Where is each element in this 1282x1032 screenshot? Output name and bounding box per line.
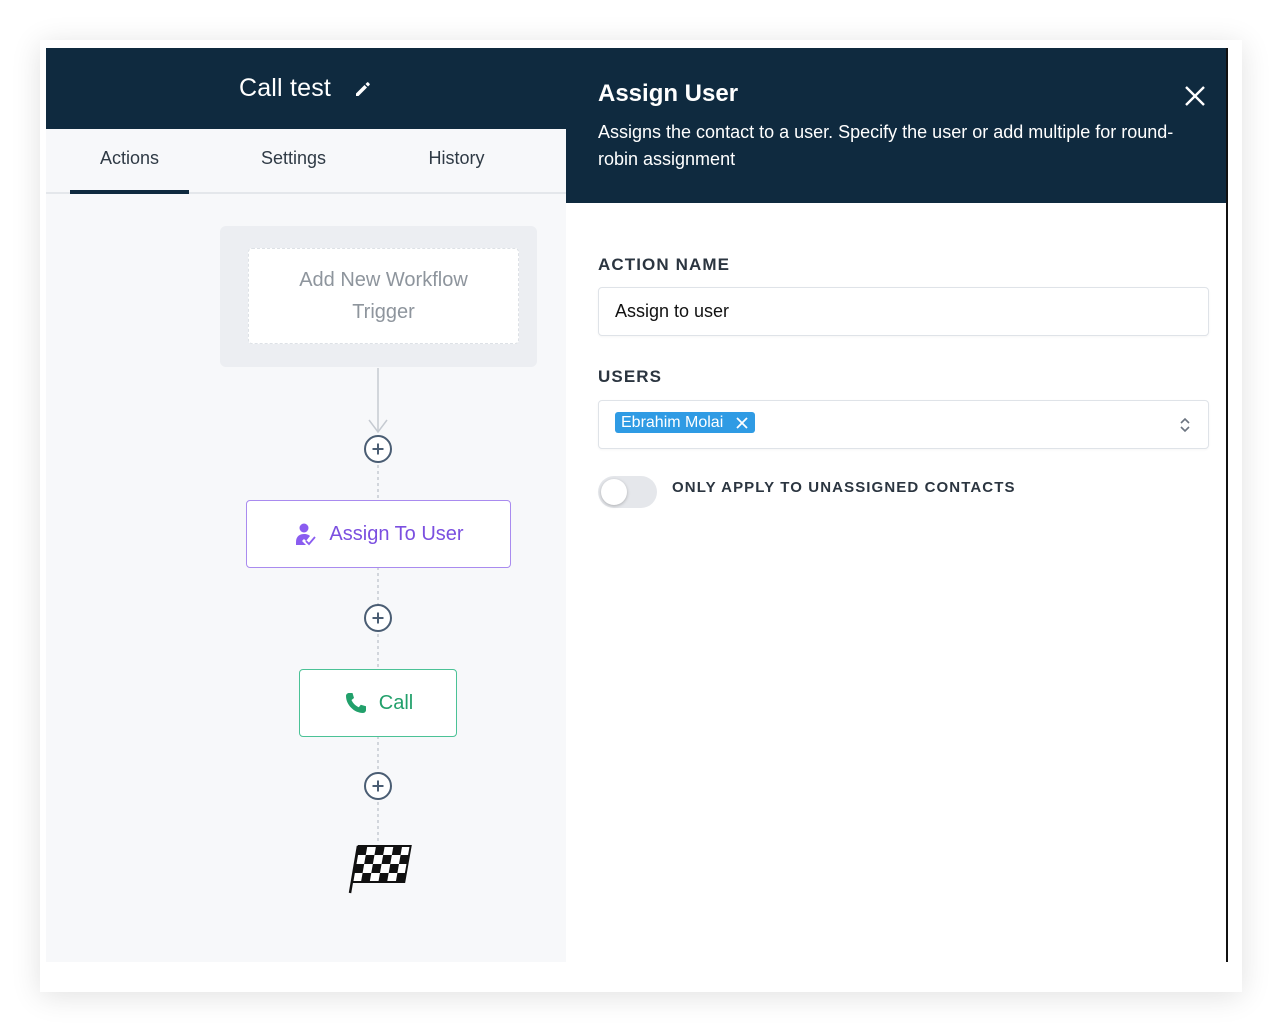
pencil-icon[interactable] bbox=[353, 79, 373, 99]
workflow-canvas: Add New Workflow Trigger Assign To User bbox=[46, 194, 566, 962]
workflow-title: Call test bbox=[238, 74, 332, 102]
plus-circle-icon[interactable] bbox=[364, 772, 392, 800]
user-chip: Ebrahim Molai bbox=[615, 412, 756, 433]
users-label: USERS bbox=[598, 367, 663, 386]
unassigned-only-toggle[interactable] bbox=[598, 476, 657, 508]
plus-circle-icon[interactable] bbox=[364, 435, 392, 463]
remove-user-icon[interactable] bbox=[735, 416, 749, 430]
unassigned-only-label: ONLY APPLY TO UNASSIGNED CONTACTS bbox=[672, 479, 1016, 496]
checkered-flag-icon bbox=[348, 845, 412, 894]
action-node-label: Call bbox=[378, 691, 414, 714]
workflow-editor: Call test Actions Settings History Add N… bbox=[46, 48, 1228, 962]
phone-icon bbox=[345, 693, 366, 713]
workflow-builder-pane: Call test Actions Settings History Add N… bbox=[46, 48, 566, 962]
workflow-header: Call test bbox=[46, 48, 566, 129]
action-name-label: ACTION NAME bbox=[598, 255, 731, 274]
close-icon[interactable] bbox=[1183, 84, 1207, 108]
tab-actions[interactable]: Actions bbox=[70, 129, 189, 194]
action-node-assign-to-user[interactable]: Assign To User bbox=[246, 500, 511, 568]
tab-bar: Actions Settings History bbox=[46, 129, 566, 194]
trigger-container: Add New Workflow Trigger bbox=[220, 226, 537, 367]
add-trigger-button[interactable]: Add New Workflow Trigger bbox=[248, 248, 519, 344]
action-node-call[interactable]: Call bbox=[299, 669, 457, 737]
tab-settings[interactable]: Settings bbox=[234, 129, 353, 192]
toggle-knob bbox=[601, 479, 627, 505]
users-select[interactable]: Ebrahim Molai bbox=[598, 400, 1209, 449]
chevron-up-down-icon bbox=[1180, 417, 1190, 433]
tab-history[interactable]: History bbox=[397, 129, 516, 192]
panel-header: Assign User Assigns the contact to a use… bbox=[566, 48, 1226, 203]
panel-title: Assign User bbox=[598, 80, 739, 107]
user-chip-label: Ebrahim Molai bbox=[621, 413, 724, 431]
panel-description: Assigns the contact to a user. Specify t… bbox=[598, 122, 1174, 169]
user-check-icon bbox=[296, 523, 317, 546]
action-name-input[interactable] bbox=[598, 287, 1209, 336]
action-settings-panel: Assign User Assigns the contact to a use… bbox=[566, 48, 1228, 962]
action-node-label: Assign To User bbox=[329, 522, 464, 545]
plus-circle-icon[interactable] bbox=[364, 604, 392, 632]
